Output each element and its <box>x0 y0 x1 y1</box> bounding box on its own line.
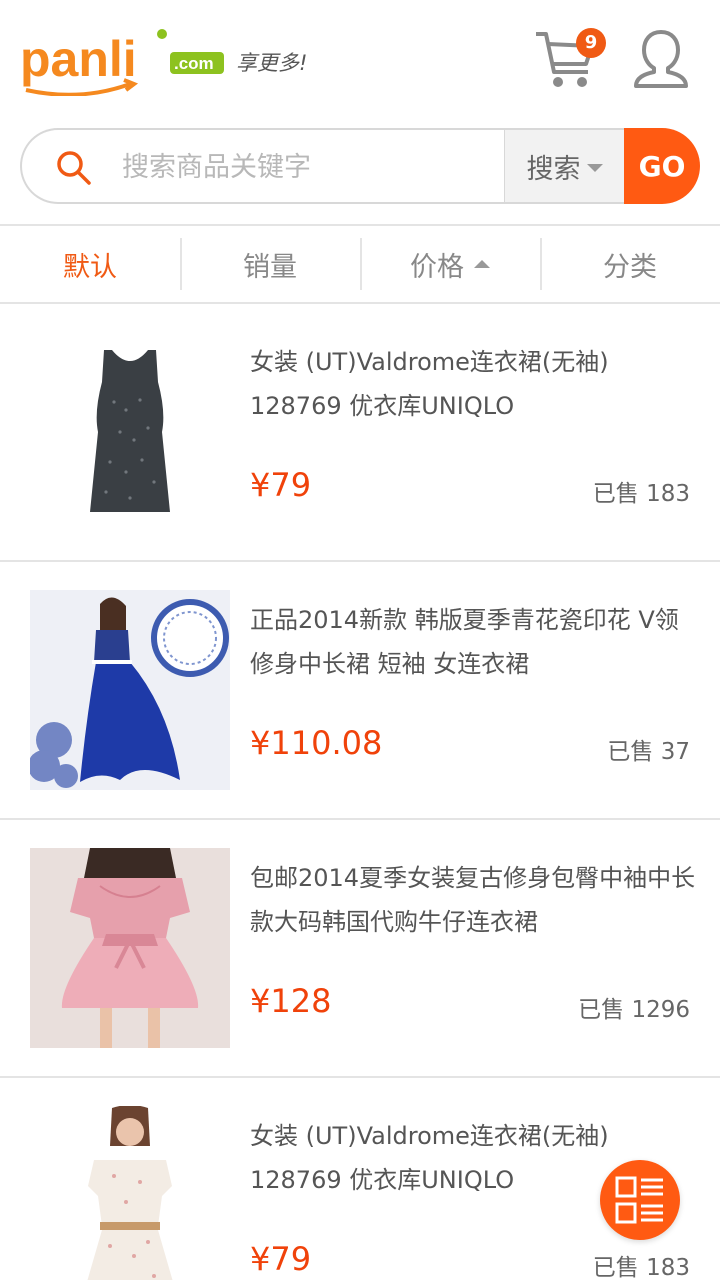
list-view-icon <box>615 1176 663 1224</box>
product-image <box>30 1106 230 1280</box>
logo-text: panli <box>20 31 137 87</box>
sort-price-label: 价格 <box>410 251 464 283</box>
product-price: ¥110.08 <box>250 724 383 762</box>
product-sold-count: 已售 183 <box>592 481 690 507</box>
search-type-dropdown[interactable]: 搜索 <box>504 128 626 204</box>
sort-bar: 默认 销量 价格 分类 <box>0 224 720 304</box>
product-item[interactable]: 女装 (UT)Valdrome连衣裙(无袖) 128769 优衣库UNIQLO … <box>0 304 720 562</box>
slogan: 享更多! <box>236 51 308 75</box>
search-icon <box>57 151 91 185</box>
header: panli .com 享更多! 9 <box>0 0 720 118</box>
cart-count-badge: 9 <box>576 28 606 58</box>
search-type-label: 搜索 <box>526 153 581 185</box>
product-item[interactable]: 包邮2014夏季女装复古修身包臀中袖中长款大码韩国代购牛仔连衣裙 ¥128 已售… <box>0 820 720 1078</box>
sort-sales-label: 销量 <box>243 251 297 283</box>
product-title: 正品2014新款 韩版夏季青花瓷印花 V领修身中长裙 短袖 女连衣裙 <box>250 606 679 678</box>
product-price: ¥79 <box>250 466 312 504</box>
product-sold-count: 已售 183 <box>592 1255 690 1280</box>
sort-price-tab[interactable]: 价格 <box>360 226 540 302</box>
product-image <box>30 332 230 532</box>
sort-category-tab[interactable]: 分类 <box>540 226 720 302</box>
sort-sales-tab[interactable]: 销量 <box>180 226 360 302</box>
product-title: 女装 (UT)Valdrome连衣裙(无袖) 128769 优衣库UNIQLO <box>250 348 609 420</box>
product-price: ¥128 <box>250 982 332 1020</box>
product-sold-count: 已售 1296 <box>578 997 690 1023</box>
search-input[interactable] <box>122 142 502 192</box>
panli-logo[interactable]: panli .com <box>20 24 224 96</box>
product-price: ¥79 <box>250 1240 312 1278</box>
logo-domain: .com <box>174 54 214 73</box>
sort-category-label: 分类 <box>603 251 657 283</box>
product-title: 包邮2014夏季女装复古修身包臀中袖中长款大码韩国代购牛仔连衣裙 <box>250 864 696 936</box>
sort-ascending-icon <box>474 260 490 268</box>
go-button[interactable]: GO <box>624 128 700 204</box>
product-list: 女装 (UT)Valdrome连衣裙(无袖) 128769 优衣库UNIQLO … <box>0 304 720 1280</box>
sort-default-label: 默认 <box>63 251 117 283</box>
sort-default-tab[interactable]: 默认 <box>0 226 180 302</box>
product-sold-count: 已售 37 <box>607 739 690 765</box>
product-image <box>30 848 230 1048</box>
product-image <box>30 590 230 790</box>
chevron-down-icon <box>586 164 603 172</box>
user-icon[interactable] <box>632 28 690 90</box>
list-view-button[interactable] <box>600 1160 680 1240</box>
search-bar: 搜索 GO <box>20 128 700 204</box>
product-item[interactable]: 正品2014新款 韩版夏季青花瓷印花 V领修身中长裙 短袖 女连衣裙 ¥110.… <box>0 562 720 820</box>
